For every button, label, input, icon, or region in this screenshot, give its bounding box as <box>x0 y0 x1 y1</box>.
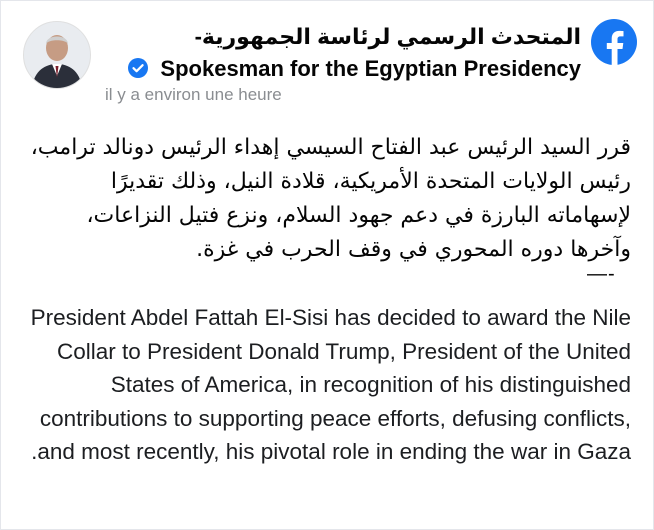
post-separator: —- <box>587 263 616 285</box>
avatar-image <box>24 22 90 88</box>
page-name-text[interactable]: المتحدث الرسمي لرئاسة الجمهورية-Spokesma… <box>160 24 581 81</box>
post-header: المتحدث الرسمي لرئاسة الجمهورية-Spokesma… <box>1 1 654 121</box>
post-body-arabic: قرر السيد الرئيس عبد الفتاح السيسي إهداء… <box>30 135 631 262</box>
post-body-english: President Abdel Fattah El-Sisi has decid… <box>30 305 631 464</box>
verified-badge-icon <box>128 58 149 78</box>
facebook-icon[interactable] <box>591 19 637 65</box>
post-card: المتحدث الرسمي لرئاسة الجمهورية-Spokesma… <box>0 0 654 530</box>
page-name-link[interactable]: المتحدث الرسمي لرئاسة الجمهورية-Spokesma… <box>81 21 581 85</box>
profile-avatar[interactable] <box>23 21 91 89</box>
post-timestamp[interactable]: il y a environ une heure <box>105 85 282 105</box>
